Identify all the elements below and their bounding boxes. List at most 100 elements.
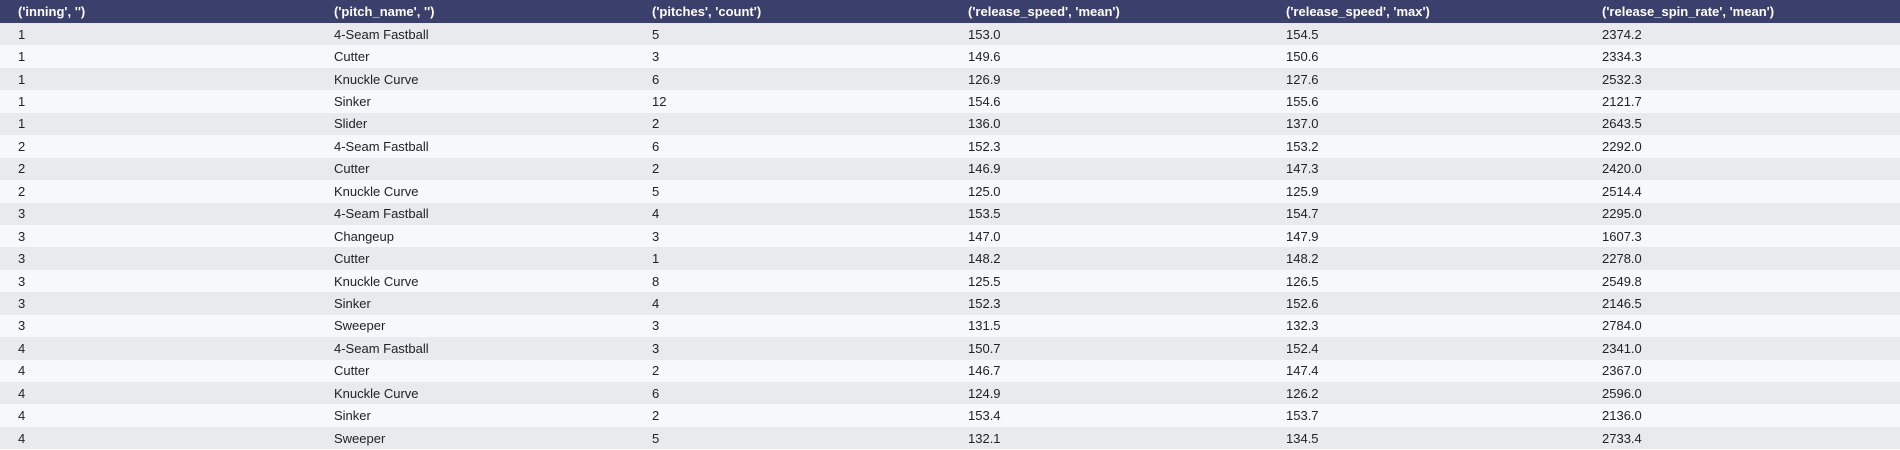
- pitch-name-cell: Knuckle Curve: [316, 67, 634, 91]
- speed-mean-cell: 126.9: [950, 67, 1268, 91]
- pitch-name-cell: Sweeper: [316, 314, 634, 338]
- speed-max-cell: 150.6: [1268, 45, 1584, 68]
- pitch-name-cell: Sinker: [316, 90, 634, 113]
- speed-mean-cell: 152.3: [950, 135, 1268, 158]
- table-row[interactable]: 1 Sinker 12 154.6 155.6 2121.7: [0, 90, 1900, 113]
- pitch-name-cell: Changeup: [316, 224, 634, 248]
- spin-rate-mean-cell: 2341.0: [1584, 337, 1900, 360]
- inning-cell: 3: [0, 314, 316, 338]
- speed-max-cell: 147.4: [1268, 359, 1584, 382]
- pitch-name-cell: 4-Seam Fastball: [316, 337, 634, 360]
- inning-cell: 4: [0, 426, 316, 450]
- inning-cell: 3: [0, 247, 316, 270]
- speed-mean-cell: 147.0: [950, 224, 1268, 248]
- speed-max-cell: 148.2: [1268, 247, 1584, 270]
- inning-cell: 3: [0, 202, 316, 225]
- column-header-pitch-name[interactable]: ('pitch_name', ''): [316, 0, 634, 23]
- spin-rate-mean-cell: 2420.0: [1584, 157, 1900, 181]
- table-row[interactable]: 3 Knuckle Curve 8 125.5 126.5 2549.8: [0, 269, 1900, 293]
- table-row[interactable]: 4 Knuckle Curve 6 124.9 126.2 2596.0: [0, 382, 1900, 405]
- table-row[interactable]: 3 Changeup 3 147.0 147.9 1607.3: [0, 224, 1900, 248]
- speed-mean-cell: 146.7: [950, 359, 1268, 382]
- pitch-count-cell: 5: [634, 180, 950, 203]
- column-header-inning[interactable]: ('inning', ''): [0, 0, 316, 23]
- column-header-release-spin-rate-mean[interactable]: ('release_spin_rate', 'mean'): [1584, 0, 1900, 23]
- table-row[interactable]: 1 4-Seam Fastball 5 153.0 154.5 2374.2: [0, 23, 1900, 46]
- pitch-count-cell: 8: [634, 269, 950, 293]
- spin-rate-mean-cell: 2596.0: [1584, 382, 1900, 405]
- table-row[interactable]: 1 Cutter 3 149.6 150.6 2334.3: [0, 45, 1900, 68]
- pitch-name-cell: Sinker: [316, 292, 634, 315]
- spin-rate-mean-cell: 2532.3: [1584, 67, 1900, 91]
- speed-mean-cell: 136.0: [950, 112, 1268, 136]
- spin-rate-mean-cell: 2146.5: [1584, 292, 1900, 315]
- speed-mean-cell: 153.0: [950, 23, 1268, 46]
- table-row[interactable]: 3 Sinker 4 152.3 152.6 2146.5: [0, 292, 1900, 315]
- speed-mean-cell: 124.9: [950, 382, 1268, 405]
- pitch-name-cell: Cutter: [316, 45, 634, 68]
- speed-max-cell: 147.3: [1268, 157, 1584, 181]
- column-header-release-speed-mean[interactable]: ('release_speed', 'mean'): [950, 0, 1268, 23]
- pitch-name-cell: Sweeper: [316, 426, 634, 450]
- column-header-release-speed-max[interactable]: ('release_speed', 'max'): [1268, 0, 1584, 23]
- pitch-name-cell: Slider: [316, 112, 634, 136]
- table-row[interactable]: 3 Cutter 1 148.2 148.2 2278.0: [0, 247, 1900, 270]
- inning-cell: 4: [0, 359, 316, 382]
- table-row[interactable]: 4 Sweeper 5 132.1 134.5 2733.4: [0, 426, 1900, 450]
- speed-mean-cell: 125.0: [950, 180, 1268, 203]
- table-row[interactable]: 4 4-Seam Fastball 3 150.7 152.4 2341.0: [0, 337, 1900, 360]
- pitch-count-cell: 1: [634, 247, 950, 270]
- speed-mean-cell: 150.7: [950, 337, 1268, 360]
- speed-max-cell: 153.7: [1268, 404, 1584, 427]
- pitch-name-cell: Cutter: [316, 247, 634, 270]
- pitch-count-cell: 2: [634, 157, 950, 181]
- pitch-summary-table: ('inning', '') ('pitch_name', '') ('pitc…: [0, 0, 1900, 450]
- spin-rate-mean-cell: 2334.3: [1584, 45, 1900, 68]
- table-row[interactable]: 1 Slider 2 136.0 137.0 2643.5: [0, 112, 1900, 136]
- pitch-count-cell: 12: [634, 90, 950, 113]
- speed-max-cell: 132.3: [1268, 314, 1584, 338]
- table-row[interactable]: 3 Sweeper 3 131.5 132.3 2784.0: [0, 314, 1900, 338]
- speed-mean-cell: 153.5: [950, 202, 1268, 225]
- table-row[interactable]: 2 4-Seam Fastball 6 152.3 153.2 2292.0: [0, 135, 1900, 158]
- speed-mean-cell: 152.3: [950, 292, 1268, 315]
- inning-cell: 3: [0, 292, 316, 315]
- table-row[interactable]: 1 Knuckle Curve 6 126.9 127.6 2532.3: [0, 67, 1900, 91]
- speed-mean-cell: 153.4: [950, 404, 1268, 427]
- spin-rate-mean-cell: 2549.8: [1584, 269, 1900, 293]
- inning-cell: 2: [0, 180, 316, 203]
- spin-rate-mean-cell: 2733.4: [1584, 426, 1900, 450]
- inning-cell: 4: [0, 382, 316, 405]
- inning-cell: 1: [0, 90, 316, 113]
- pitch-count-cell: 3: [634, 314, 950, 338]
- pitch-count-cell: 2: [634, 404, 950, 427]
- speed-max-cell: 126.2: [1268, 382, 1584, 405]
- pitch-count-cell: 2: [634, 359, 950, 382]
- inning-cell: 4: [0, 337, 316, 360]
- table-row[interactable]: 3 4-Seam Fastball 4 153.5 154.7 2295.0: [0, 202, 1900, 225]
- pitch-count-cell: 6: [634, 67, 950, 91]
- speed-mean-cell: 154.6: [950, 90, 1268, 113]
- spin-rate-mean-cell: 1607.3: [1584, 224, 1900, 248]
- table-row[interactable]: 4 Sinker 2 153.4 153.7 2136.0: [0, 404, 1900, 427]
- spin-rate-mean-cell: 2136.0: [1584, 404, 1900, 427]
- speed-mean-cell: 132.1: [950, 426, 1268, 450]
- speed-mean-cell: 146.9: [950, 157, 1268, 181]
- table-row[interactable]: 4 Cutter 2 146.7 147.4 2367.0: [0, 359, 1900, 382]
- inning-cell: 1: [0, 45, 316, 68]
- speed-max-cell: 152.6: [1268, 292, 1584, 315]
- spin-rate-mean-cell: 2278.0: [1584, 247, 1900, 270]
- speed-max-cell: 137.0: [1268, 112, 1584, 136]
- column-header-pitches-count[interactable]: ('pitches', 'count'): [634, 0, 950, 23]
- speed-max-cell: 155.6: [1268, 90, 1584, 113]
- pitch-name-cell: Cutter: [316, 359, 634, 382]
- speed-max-cell: 152.4: [1268, 337, 1584, 360]
- table-row[interactable]: 2 Knuckle Curve 5 125.0 125.9 2514.4: [0, 180, 1900, 203]
- speed-max-cell: 134.5: [1268, 426, 1584, 450]
- speed-mean-cell: 125.5: [950, 269, 1268, 293]
- spin-rate-mean-cell: 2295.0: [1584, 202, 1900, 225]
- table-row[interactable]: 2 Cutter 2 146.9 147.3 2420.0: [0, 157, 1900, 181]
- pitch-count-cell: 3: [634, 45, 950, 68]
- table-header: ('inning', '') ('pitch_name', '') ('pitc…: [0, 0, 1900, 23]
- pitch-name-cell: Knuckle Curve: [316, 382, 634, 405]
